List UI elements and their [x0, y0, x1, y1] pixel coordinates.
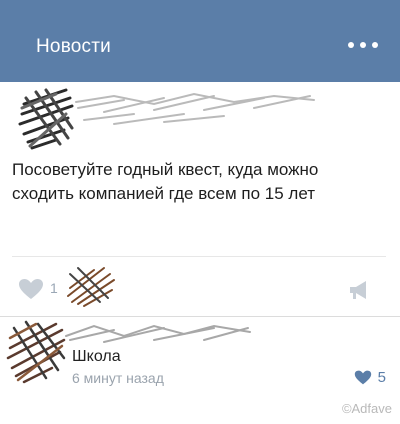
- author-name-scribble: [75, 92, 315, 125]
- commenter-name-scribble: [65, 324, 251, 343]
- watermark: ©Adfave: [341, 401, 392, 416]
- heart-icon[interactable]: [18, 278, 44, 300]
- author-avatar-scribble: [18, 88, 74, 150]
- comments-divider: [0, 316, 400, 317]
- app-header: Новости: [0, 0, 400, 82]
- heart-icon[interactable]: [354, 370, 372, 385]
- page-title: Новости: [36, 36, 111, 57]
- megaphone-icon[interactable]: [348, 279, 370, 301]
- post-text: Посоветуйте годный квест, куда можно схо…: [12, 160, 319, 203]
- comment-like-count: 5: [377, 369, 386, 386]
- liker-avatar-scribble: [67, 267, 115, 307]
- commenter-avatar-scribble: [6, 320, 66, 384]
- more-dots-icon[interactable]: [348, 40, 378, 50]
- comment-timestamp: 6 минут назад: [72, 370, 164, 386]
- comment-text: Школа: [72, 348, 121, 365]
- post-divider: [12, 256, 386, 257]
- post-like-count: 1: [50, 280, 58, 296]
